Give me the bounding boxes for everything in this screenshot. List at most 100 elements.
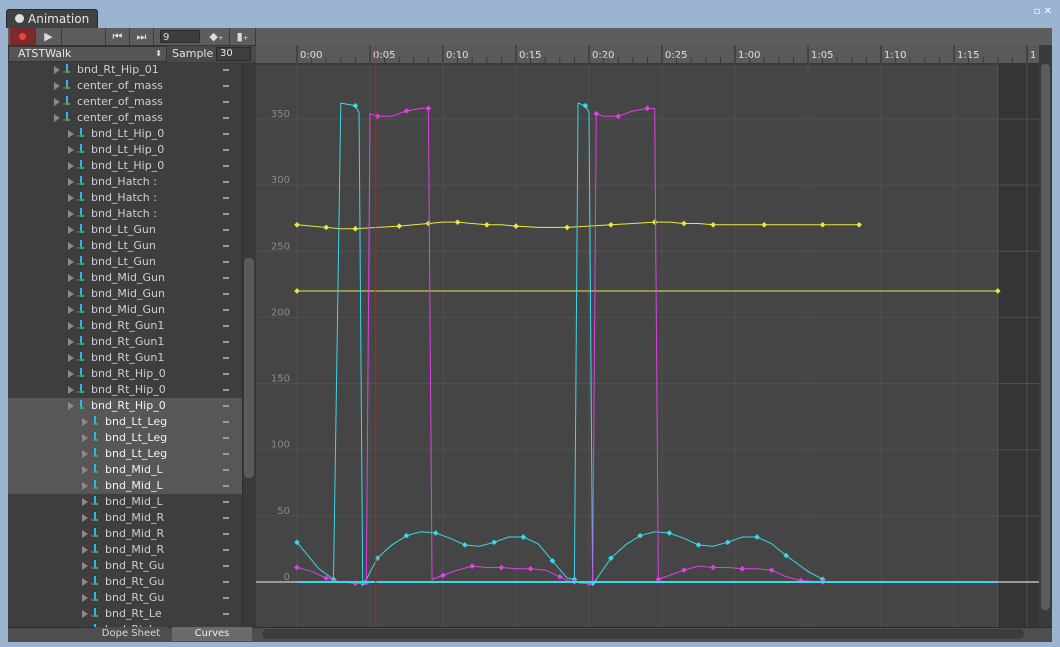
expand-triangle-icon[interactable]: [68, 178, 74, 186]
row-options-icon[interactable]: [223, 197, 229, 199]
row-options-icon[interactable]: [223, 293, 229, 295]
expand-triangle-icon[interactable]: [68, 386, 74, 394]
hierarchy-row[interactable]: bnd_Lt_Hip_0: [8, 126, 242, 142]
hierarchy-row[interactable]: bnd_Hatch :: [8, 174, 242, 190]
clip-selector[interactable]: ATSTWalk ⬍: [8, 46, 167, 62]
hierarchy-row[interactable]: bnd_Lt_Hip_0: [8, 158, 242, 174]
hierarchy-row[interactable]: bnd_Lt_Gun: [8, 222, 242, 238]
hierarchy-row[interactable]: bnd_Mid_L: [8, 478, 242, 494]
sample-input[interactable]: 30: [216, 47, 251, 61]
add-keyframe-button[interactable]: ◆₊: [204, 28, 230, 45]
next-key-button[interactable]: ⏭: [130, 28, 154, 45]
row-options-icon[interactable]: [223, 389, 229, 391]
hierarchy-row[interactable]: bnd_Rt_Gun1: [8, 334, 242, 350]
hierarchy-row[interactable]: bnd_Mid_R: [8, 526, 242, 542]
expand-triangle-icon[interactable]: [68, 370, 74, 378]
expand-triangle-icon[interactable]: [54, 98, 60, 106]
row-options-icon[interactable]: [223, 373, 229, 375]
row-options-icon[interactable]: [223, 565, 229, 567]
hierarchy-row[interactable]: bnd_Mid_Gun: [8, 302, 242, 318]
row-options-icon[interactable]: [223, 341, 229, 343]
hierarchy-row[interactable]: bnd_Rt_Hip_0: [8, 398, 242, 414]
expand-triangle-icon[interactable]: [68, 130, 74, 138]
add-event-button[interactable]: ▮₊: [230, 28, 256, 45]
expand-triangle-icon[interactable]: [68, 306, 74, 314]
row-options-icon[interactable]: [223, 149, 229, 151]
hierarchy-row[interactable]: bnd_Rt_Hip_01: [8, 62, 242, 78]
hierarchy-row[interactable]: center_of_mass: [8, 110, 242, 126]
hierarchy-row[interactable]: bnd_Rt_Gu: [8, 574, 242, 590]
expand-triangle-icon[interactable]: [82, 466, 88, 474]
hierarchy-row[interactable]: bnd_Mid_Gun: [8, 270, 242, 286]
tab-dope-sheet[interactable]: Dope Sheet: [94, 627, 168, 641]
row-options-icon[interactable]: [223, 325, 229, 327]
hierarchy-row[interactable]: bnd_Lt_Hip_0: [8, 142, 242, 158]
row-options-icon[interactable]: [223, 613, 229, 615]
row-options-icon[interactable]: [223, 469, 229, 471]
hierarchy-row[interactable]: bnd_Mid_L: [8, 462, 242, 478]
hierarchy-row[interactable]: bnd_Lt_Gun: [8, 254, 242, 270]
row-options-icon[interactable]: [223, 69, 229, 71]
expand-triangle-icon[interactable]: [82, 482, 88, 490]
hierarchy-row[interactable]: bnd_Lt_Gun: [8, 238, 242, 254]
hierarchy-row[interactable]: bnd_Lt_Leg: [8, 446, 242, 462]
expand-triangle-icon[interactable]: [82, 546, 88, 554]
row-options-icon[interactable]: [223, 85, 229, 87]
hierarchy-row[interactable]: bnd_Rt_Hip_0: [8, 382, 242, 398]
prev-key-button[interactable]: ⏮: [106, 28, 130, 45]
expand-triangle-icon[interactable]: [68, 194, 74, 202]
hierarchy-row[interactable]: bnd_Rt_Gun1: [8, 318, 242, 334]
row-options-icon[interactable]: [223, 485, 229, 487]
hierarchy-row[interactable]: bnd_Rt_Le: [8, 606, 242, 622]
expand-triangle-icon[interactable]: [82, 418, 88, 426]
expand-triangle-icon[interactable]: [68, 146, 74, 154]
expand-triangle-icon[interactable]: [68, 226, 74, 234]
hierarchy-row[interactable]: center_of_mass: [8, 94, 242, 110]
row-options-icon[interactable]: [223, 165, 229, 167]
expand-triangle-icon[interactable]: [82, 514, 88, 522]
expand-triangle-icon[interactable]: [54, 82, 60, 90]
expand-triangle-icon[interactable]: [54, 114, 60, 122]
row-options-icon[interactable]: [223, 597, 229, 599]
hierarchy-row[interactable]: bnd_Hatch :: [8, 206, 242, 222]
hierarchy-row[interactable]: bnd_Mid_L: [8, 494, 242, 510]
row-options-icon[interactable]: [223, 117, 229, 119]
expand-triangle-icon[interactable]: [82, 578, 88, 586]
expand-triangle-icon[interactable]: [68, 338, 74, 346]
hierarchy-row[interactable]: bnd_Lt_Leg: [8, 430, 242, 446]
expand-triangle-icon[interactable]: [82, 562, 88, 570]
expand-triangle-icon[interactable]: [68, 258, 74, 266]
row-options-icon[interactable]: [223, 533, 229, 535]
hierarchy-row[interactable]: bnd_Rt_Gu: [8, 590, 242, 606]
row-options-icon[interactable]: [223, 549, 229, 551]
expand-triangle-icon[interactable]: [82, 498, 88, 506]
row-options-icon[interactable]: [223, 357, 229, 359]
expand-triangle-icon[interactable]: [82, 434, 88, 442]
hierarchy-row[interactable]: bnd_Rt_Gun1: [8, 350, 242, 366]
play-button[interactable]: ▶: [36, 28, 62, 45]
expand-triangle-icon[interactable]: [68, 402, 74, 410]
editor-vertical-scrollbar-thumb[interactable]: [1041, 64, 1050, 610]
window-menu-icons[interactable]: ▫ ✕: [1034, 6, 1052, 17]
hierarchy-row[interactable]: bnd_Rt_Gu: [8, 558, 242, 574]
hierarchy-row[interactable]: bnd_Mid_R: [8, 542, 242, 558]
expand-triangle-icon[interactable]: [68, 242, 74, 250]
row-options-icon[interactable]: [223, 453, 229, 455]
expand-triangle-icon[interactable]: [68, 162, 74, 170]
row-options-icon[interactable]: [223, 437, 229, 439]
hierarchy-row[interactable]: bnd_Rt_Hip_0: [8, 366, 242, 382]
row-options-icon[interactable]: [223, 581, 229, 583]
row-options-icon[interactable]: [223, 261, 229, 263]
timeline-horizontal-scrollbar[interactable]: [262, 629, 1024, 639]
expand-triangle-icon[interactable]: [82, 610, 88, 618]
window-controls[interactable]: ▫ ✕: [1012, 6, 1052, 17]
hierarchy-row[interactable]: bnd_Lt_Leg: [8, 414, 242, 430]
hierarchy-row[interactable]: center_of_mass: [8, 78, 242, 94]
hierarchy-row[interactable]: bnd_Hatch :: [8, 190, 242, 206]
row-options-icon[interactable]: [223, 501, 229, 503]
row-options-icon[interactable]: [223, 421, 229, 423]
expand-triangle-icon[interactable]: [68, 322, 74, 330]
expand-triangle-icon[interactable]: [82, 594, 88, 602]
tab-animation[interactable]: Animation: [6, 9, 98, 28]
expand-triangle-icon[interactable]: [68, 274, 74, 282]
